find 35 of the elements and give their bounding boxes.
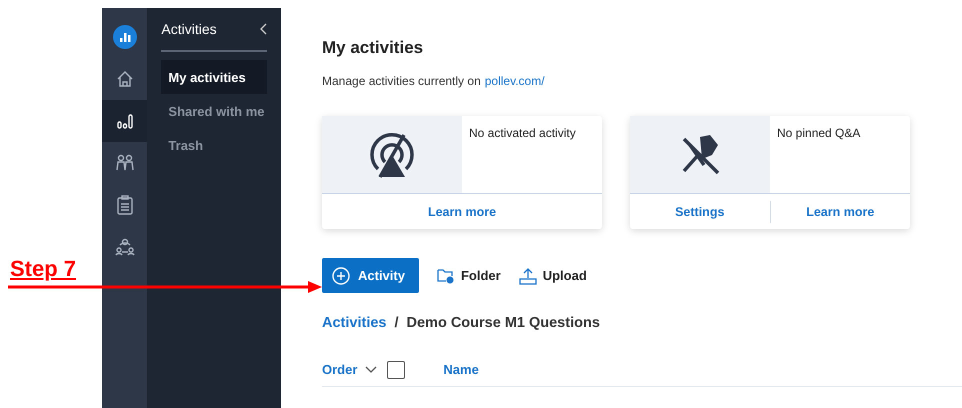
group-icon[interactable] [114,238,135,256]
breadcrumb-text: / [394,315,399,331]
link[interactable]: pollev.com/ [484,74,545,88]
chevron-down-icon[interactable] [365,366,378,374]
upload-icon [518,266,537,284]
folder-button[interactable]: Folder [436,268,501,284]
clipboard-icon[interactable] [116,195,133,215]
sidebar-item[interactable]: Trash [161,128,267,162]
people-icon[interactable] [116,154,134,172]
step-label: Step 7 [10,256,76,282]
upload-button[interactable]: Upload [518,266,587,284]
collapse-chevron-icon[interactable] [259,23,267,35]
order-sort[interactable]: Order [322,362,358,377]
logo-icon [112,25,137,49]
column-header[interactable]: Name [443,362,479,377]
breadcrumb-text: Demo Course M1 Questions [406,315,600,331]
plus-circle-icon [332,266,350,284]
folder-add-icon [436,268,455,284]
rail-item-selected[interactable] [102,100,148,142]
card-link[interactable]: Settings [630,200,770,222]
sidebar-item[interactable]: My activities [161,60,267,94]
sidebar-item[interactable]: Shared with me [161,94,267,128]
chart-icon[interactable] [116,113,134,129]
home-icon[interactable] [116,70,134,88]
sidebar-title: Activities [161,21,217,37]
add-activity-button[interactable]: Activity [322,258,419,293]
broadcast-off-icon [368,130,416,178]
card-message: No activated activity [468,125,577,142]
select-all-checkbox[interactable] [387,360,406,378]
page-title: My activities [322,38,424,58]
subtitle: Manage activities currently on [322,74,481,88]
card-message: No pinned Q&A [776,125,862,142]
card-link[interactable]: Learn more [770,200,910,222]
breadcrumb-link[interactable]: Activities [322,315,386,331]
card-link[interactable]: Learn more [322,200,602,222]
